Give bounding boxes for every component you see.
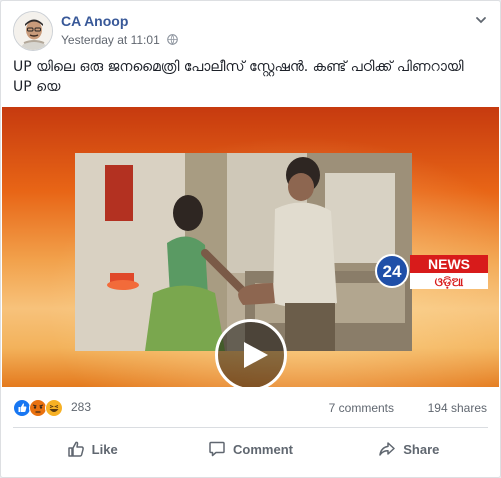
- share-label: Share: [403, 441, 440, 457]
- thumbs-up-icon: [67, 441, 84, 457]
- play-icon: [244, 342, 268, 368]
- play-button[interactable]: [215, 319, 287, 387]
- author-name[interactable]: CA Anoop: [61, 13, 128, 29]
- like-button[interactable]: Like: [13, 431, 171, 467]
- share-arrow-icon: [379, 442, 395, 456]
- shares-count[interactable]: 194 shares: [428, 401, 487, 415]
- post-text: UP യിലെ ഒരു ജനമൈത്രി പോലീസ് സ്റ്റേഷൻ. കണ…: [13, 59, 464, 95]
- like-icon: [13, 399, 31, 417]
- comment-label: Comment: [233, 441, 293, 457]
- channel-name: NEWS: [428, 256, 470, 272]
- channel-region: ଓଡ଼ିଆ: [435, 275, 464, 290]
- reaction-count[interactable]: 283: [71, 400, 91, 414]
- comments-count[interactable]: 7 comments: [329, 401, 394, 415]
- post-header: CA Anoop Yesterday at 11:01: [13, 11, 488, 53]
- angry-icon: [29, 399, 47, 417]
- post-actions: Like Comment Share: [13, 431, 488, 467]
- channel-logo: 24 NEWS ଓଡ଼ିଆ: [374, 253, 490, 291]
- globe-icon: [167, 34, 178, 45]
- share-button[interactable]: Share: [330, 431, 488, 467]
- reaction-icons[interactable]: [13, 399, 71, 417]
- more-options-icon[interactable]: [472, 13, 488, 27]
- post-card: CA Anoop Yesterday at 11:01 UP യിലെ ഒരു …: [0, 0, 501, 478]
- haha-icon: [45, 399, 63, 417]
- video-player[interactable]: 24 NEWS ଓଡ଼ିଆ: [2, 107, 499, 387]
- avatar[interactable]: [13, 11, 53, 51]
- post-timestamp[interactable]: Yesterday at 11:01: [61, 33, 160, 47]
- like-label: Like: [91, 441, 118, 457]
- comment-button[interactable]: Comment: [171, 431, 329, 467]
- post-stats: 283 7 comments 194 shares: [13, 397, 488, 419]
- post-meta: Yesterday at 11:01: [61, 33, 178, 47]
- divider: [13, 427, 488, 428]
- comment-icon: [209, 441, 225, 457]
- channel-number: 24: [383, 262, 402, 281]
